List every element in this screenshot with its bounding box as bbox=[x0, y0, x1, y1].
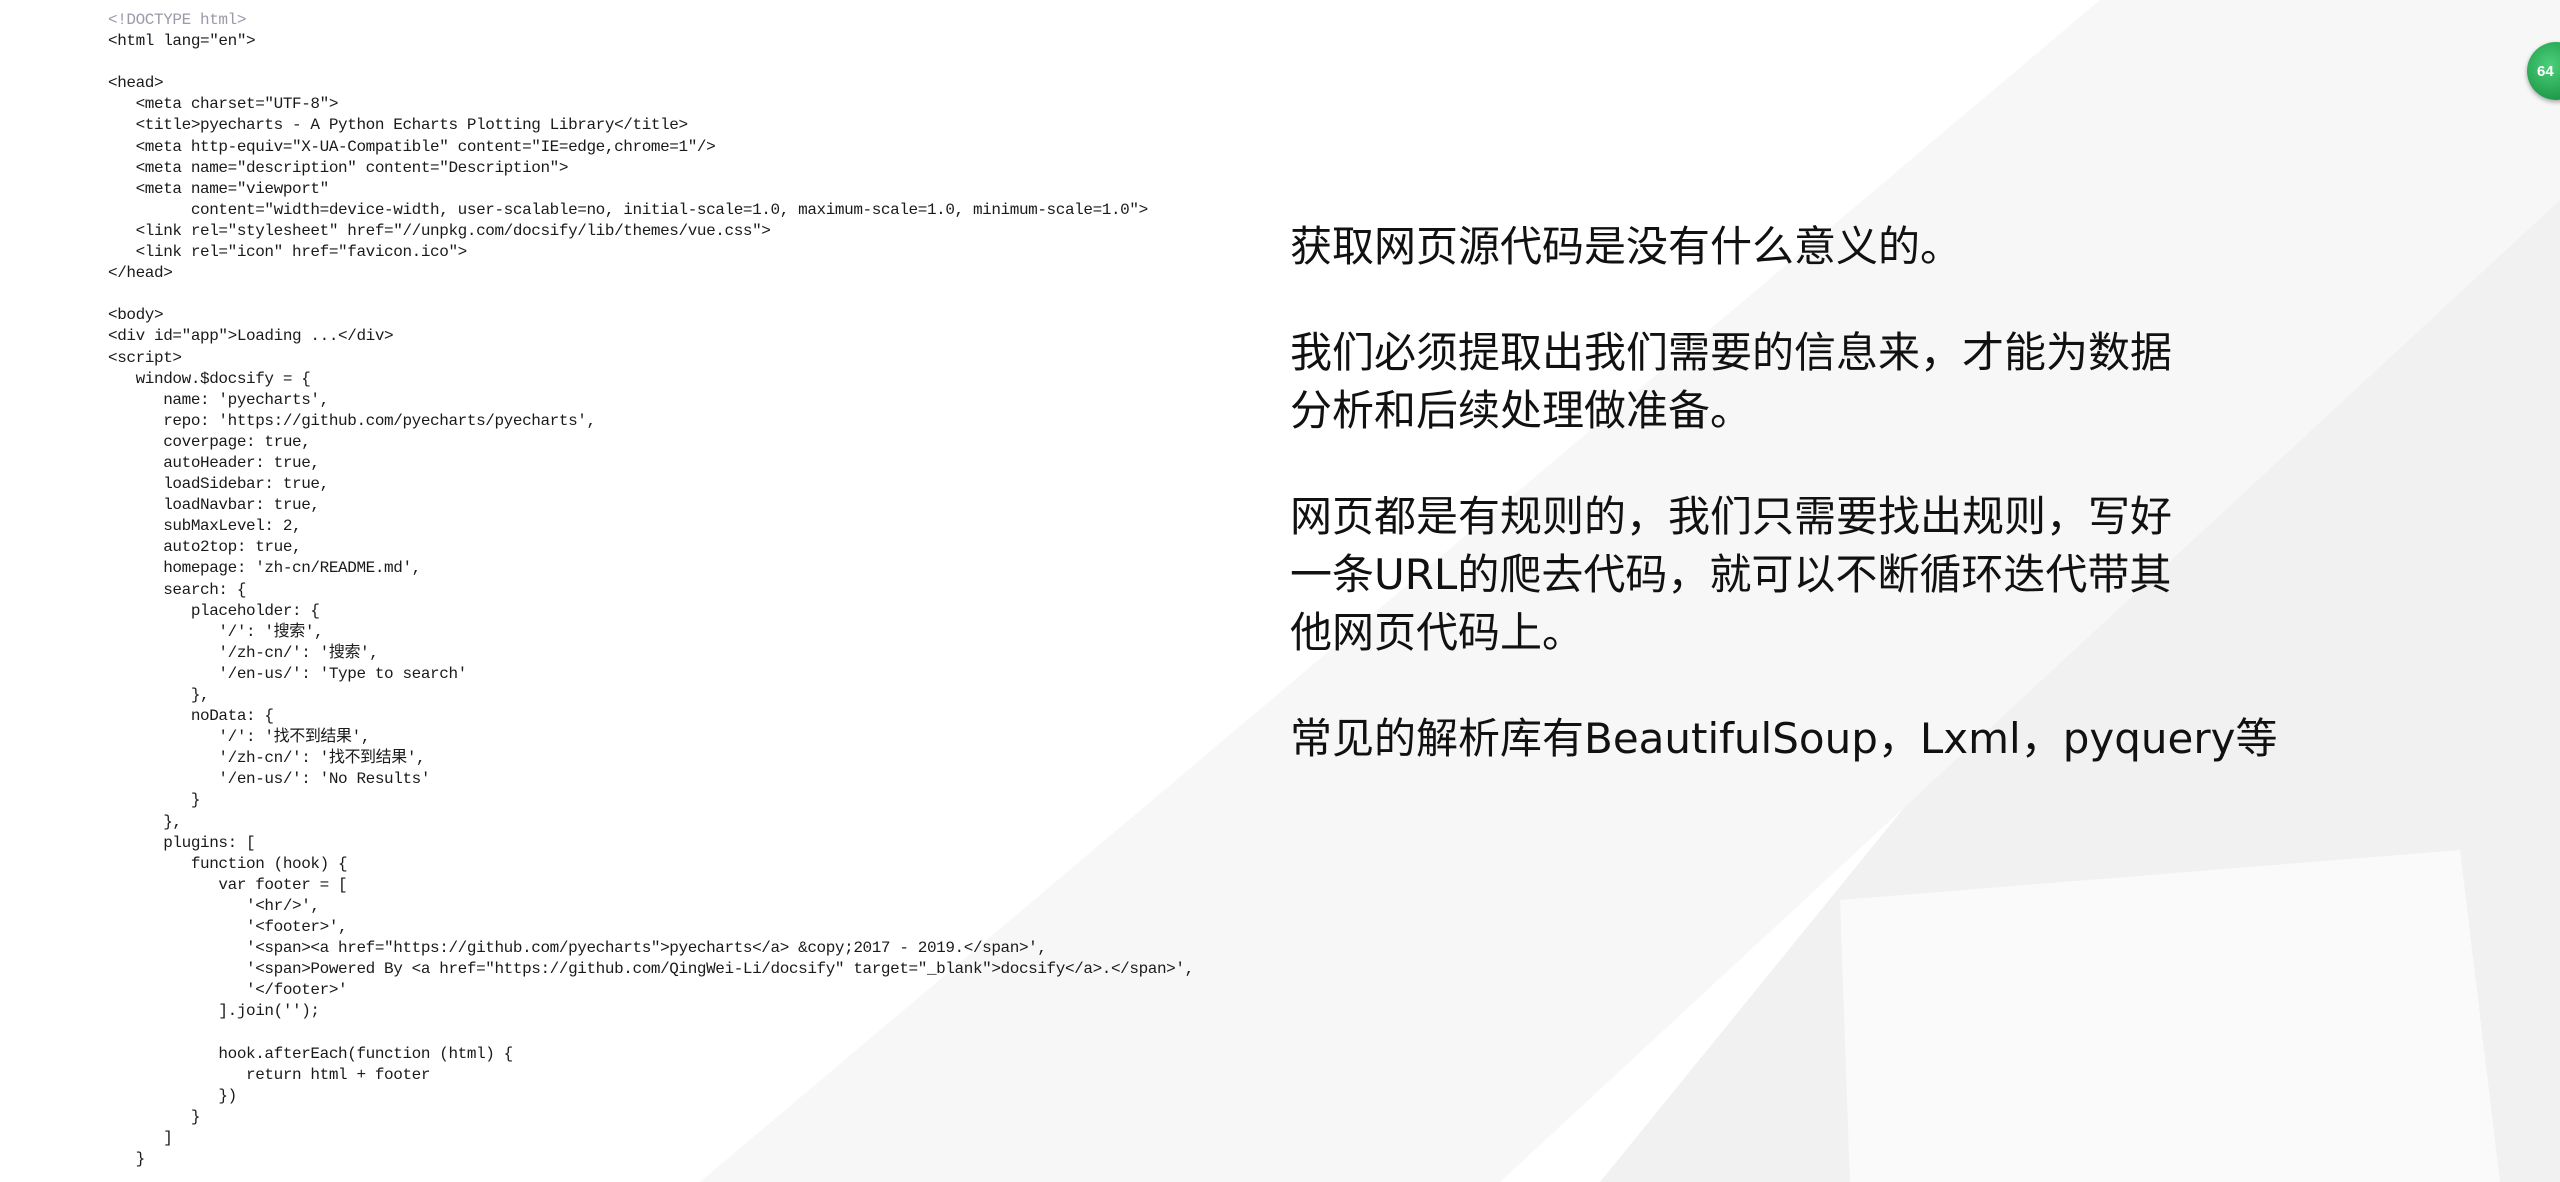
code-line: ].join(''); bbox=[108, 1002, 320, 1021]
code-line: function (hook) { bbox=[108, 854, 348, 873]
code-line: <head> bbox=[108, 74, 164, 93]
code-line: <body> bbox=[108, 306, 164, 325]
code-line: '</footer>' bbox=[108, 981, 348, 1000]
note-line: 常见的解析库有BeautifulSoup，Lxml，pyquery等 bbox=[1290, 714, 2278, 763]
page-number-badge: 64 bbox=[2527, 42, 2560, 100]
code-line: } bbox=[108, 1150, 146, 1169]
code-line: '<hr/>', bbox=[108, 896, 320, 915]
note-line: 他网页代码上。 bbox=[1290, 608, 1585, 657]
code-line: <link rel="stylesheet" href="//unpkg.com… bbox=[108, 221, 771, 240]
code-line: hook.afterEach(function (html) { bbox=[108, 1044, 513, 1063]
code-line: <html lang="en"> bbox=[108, 32, 256, 51]
code-line: }) bbox=[108, 1086, 237, 1105]
note-line: 获取网页源代码是没有什么意义的。 bbox=[1290, 222, 1963, 271]
note-line: 一条URL的爬去代码，就可以不断循环迭代带其 bbox=[1290, 550, 2172, 599]
code-line: loadSidebar: true, bbox=[108, 475, 329, 494]
note-paragraph: 网页都是有规则的，我们只需要找出规则，写好 一条URL的爬去代码，就可以不断循环迭… bbox=[1290, 488, 2330, 662]
code-line: window.$docsify = { bbox=[108, 369, 311, 388]
code-line: return html + footer bbox=[108, 1065, 431, 1084]
code-line: name: 'pyecharts', bbox=[108, 390, 329, 409]
code-line: noData: { bbox=[108, 707, 274, 726]
code-line: placeholder: { bbox=[108, 601, 320, 620]
code-line: <meta name="viewport" bbox=[108, 179, 330, 198]
code-line: coverpage: true, bbox=[108, 432, 311, 451]
code-line: } bbox=[108, 791, 201, 810]
code-line: ] bbox=[108, 1128, 173, 1147]
code-line: autoHeader: true, bbox=[108, 453, 320, 472]
code-line: content="width=device-width, user-scalab… bbox=[108, 200, 1148, 219]
code-line: '/en-us/': 'No Results' bbox=[108, 770, 431, 789]
note-paragraph: 获取网页源代码是没有什么意义的。 bbox=[1290, 218, 2330, 276]
code-line: subMaxLevel: 2, bbox=[108, 517, 302, 536]
code-line: '/zh-cn/': '搜索', bbox=[108, 643, 379, 662]
code-line: <!DOCTYPE html> bbox=[108, 11, 247, 29]
page-number: 64 bbox=[2537, 62, 2554, 80]
code-line: '<span>Powered By <a href="https://githu… bbox=[108, 960, 1194, 979]
code-line: </head> bbox=[108, 264, 173, 283]
code-line: search: { bbox=[108, 580, 247, 599]
code-line: repo: 'https://github.com/pyecharts/pyec… bbox=[108, 411, 596, 430]
code-line: '/': '搜索', bbox=[108, 622, 324, 641]
note-paragraph: 常见的解析库有BeautifulSoup，Lxml，pyquery等 bbox=[1290, 710, 2330, 768]
code-line: <script> bbox=[108, 348, 182, 367]
code-line: '/': '找不到结果', bbox=[108, 728, 371, 747]
code-line: '/en-us/': 'Type to search' bbox=[108, 664, 467, 683]
code-line: <meta http-equiv="X-UA-Compatible" conte… bbox=[108, 137, 716, 156]
note-line: 网页都是有规则的，我们只需要找出规则，写好 bbox=[1290, 492, 2173, 541]
code-line: '/zh-cn/': '找不到结果', bbox=[108, 749, 426, 768]
code-line: <meta name="description" content="Descri… bbox=[108, 158, 569, 177]
code-line: <link rel="icon" href="favicon.ico"> bbox=[108, 243, 468, 262]
code-line: homepage: 'zh-cn/README.md', bbox=[108, 559, 421, 578]
code-line: <div id="app">Loading ...</div> bbox=[108, 327, 394, 346]
code-line: <meta charset="UTF-8"> bbox=[108, 95, 339, 114]
code-line: '<span><a href="https://github.com/pyech… bbox=[108, 939, 1047, 958]
note-line: 分析和后续处理做准备。 bbox=[1290, 386, 1753, 435]
note-paragraph: 我们必须提取出我们需要的信息来，才能为数据 分析和后续处理做准备。 bbox=[1290, 324, 2330, 440]
note-line: 我们必须提取出我们需要的信息来，才能为数据 bbox=[1290, 328, 2173, 377]
code-line: plugins: [ bbox=[108, 833, 256, 852]
code-line: var footer = [ bbox=[108, 875, 348, 894]
code-line: '<footer>', bbox=[108, 918, 348, 937]
code-line: }, bbox=[108, 686, 210, 704]
code-line: } bbox=[108, 1107, 201, 1126]
explanation-text: 获取网页源代码是没有什么意义的。我们必须提取出我们需要的信息来，才能为数据 分析和… bbox=[1290, 218, 2330, 816]
code-line: loadNavbar: true, bbox=[108, 496, 320, 515]
code-line: }, bbox=[108, 812, 182, 831]
code-line: auto2top: true, bbox=[108, 538, 302, 557]
code-line: <title>pyecharts - A Python Echarts Plot… bbox=[108, 116, 689, 135]
html-source-code-block: <!DOCTYPE html> <html lang="en"> <head> <m… bbox=[108, 10, 1258, 1182]
